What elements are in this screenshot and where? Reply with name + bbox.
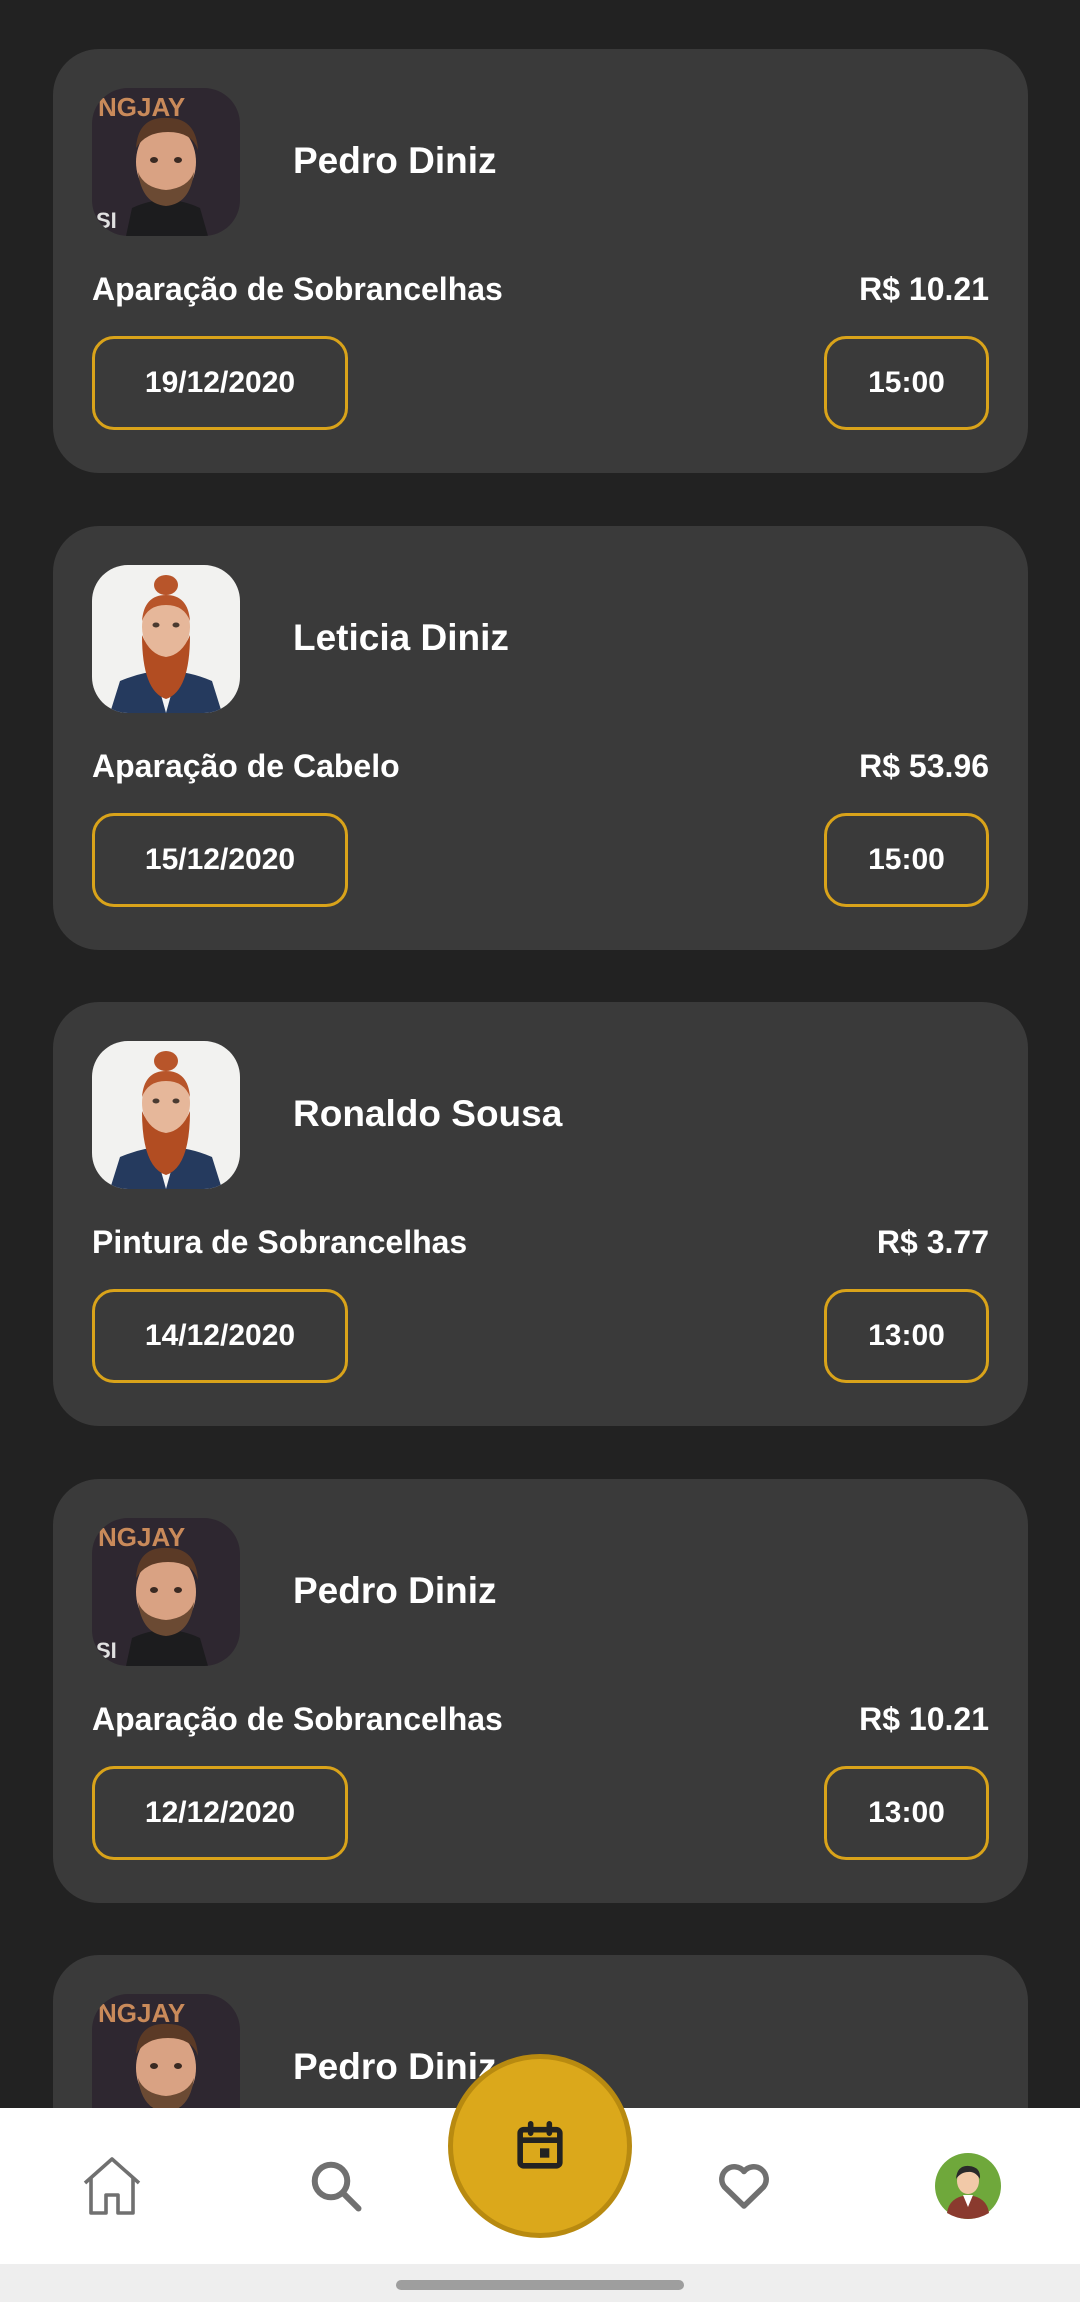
appointment-time: 15:00	[824, 813, 989, 907]
appointment-time: 13:00	[824, 1289, 989, 1383]
man-brown-hair-photo	[92, 1994, 240, 2108]
service-price: R$ 3.77	[876, 1224, 989, 1260]
man-red-beard-photo	[92, 1041, 240, 1189]
appointment-card[interactable]: Ronaldo Sousa Pintura de Sobrancelhas R$…	[53, 1002, 1028, 1426]
service-name: Pintura de Sobrancelhas	[92, 1224, 468, 1260]
man-brown-hair-photo	[92, 1518, 240, 1666]
barber-name: Ronaldo Sousa	[293, 1093, 563, 1134]
nav-home[interactable]	[52, 2108, 172, 2264]
appointment-time: 13:00	[824, 1766, 989, 1860]
nav-favorites[interactable]	[684, 2108, 804, 2264]
barber-avatar	[92, 1994, 240, 2108]
appointment-date: 15/12/2020	[92, 813, 348, 907]
barber-avatar	[92, 1518, 240, 1666]
nav-profile[interactable]	[908, 2108, 1028, 2264]
barber-avatar	[92, 565, 240, 713]
service-price: R$ 53.96	[859, 748, 989, 784]
home-indicator[interactable]	[396, 2280, 684, 2290]
search-icon	[311, 2161, 362, 2212]
barber-name: Pedro Diniz	[293, 1570, 497, 1611]
home-icon	[83, 2157, 141, 2215]
man-red-beard-photo	[92, 565, 240, 713]
heart-icon	[719, 2164, 769, 2209]
appointment-date: 14/12/2020	[92, 1289, 348, 1383]
service-price: R$ 10.21	[859, 271, 989, 307]
barber-name: Pedro Diniz	[293, 2046, 497, 2087]
nav-search[interactable]	[276, 2108, 396, 2264]
man-brown-hair-photo	[92, 88, 240, 236]
appointments-screen: Pedro Diniz Aparação de Sobrancelhas R$ …	[0, 0, 1080, 2302]
service-name: Aparação de Sobrancelhas	[92, 1701, 503, 1737]
barber-name: Leticia Diniz	[293, 617, 509, 658]
appointment-date: 19/12/2020	[92, 336, 348, 430]
appointment-card[interactable]: Pedro Diniz Aparação de Sobrancelhas R$ …	[53, 1479, 1028, 1903]
appointment-date: 12/12/2020	[92, 1766, 348, 1860]
service-name: Aparação de Sobrancelhas	[92, 271, 503, 307]
appointment-card[interactable]: Pedro Diniz Aparação de Sobrancelhas R$ …	[53, 49, 1028, 473]
appointments-list[interactable]: Pedro Diniz Aparação de Sobrancelhas R$ …	[0, 0, 1080, 2108]
appointment-card[interactable]: Leticia Diniz Aparação de Cabelo R$ 53.9…	[53, 526, 1028, 950]
calendar-icon	[517, 2121, 563, 2169]
schedule-button[interactable]	[448, 2054, 632, 2238]
barber-avatar	[92, 1041, 240, 1189]
barber-avatar	[92, 88, 240, 236]
service-name: Aparação de Cabelo	[92, 748, 400, 784]
profile-avatar	[935, 2153, 1001, 2219]
barber-name: Pedro Diniz	[293, 140, 497, 181]
system-navigation-bar	[0, 2264, 1080, 2302]
appointment-time: 15:00	[824, 336, 989, 430]
service-price: R$ 10.21	[859, 1701, 989, 1737]
